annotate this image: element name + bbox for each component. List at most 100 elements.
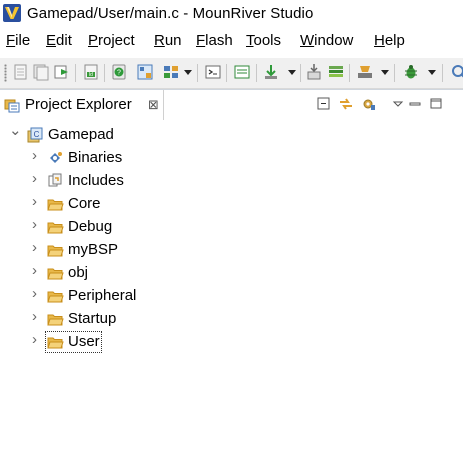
tree-item-binaries[interactable]: › Binaries	[0, 147, 463, 170]
menu-run-mnemonic: R	[154, 32, 165, 49]
collapse-all-icon[interactable]	[316, 96, 332, 112]
menu-help-mnemonic: H	[374, 32, 385, 49]
target-icon[interactable]	[204, 63, 222, 81]
tab-project-explorer[interactable]: Project Explorer ⊠	[0, 90, 164, 120]
chevron-right-icon[interactable]: ›	[32, 262, 37, 279]
toolbar-separator	[442, 64, 443, 82]
chevron-right-icon[interactable]: ›	[32, 239, 37, 256]
erase-icon[interactable]	[327, 63, 345, 81]
toolbar-separator	[75, 64, 76, 82]
toolbar-separator	[197, 64, 198, 82]
menu-file-mnemonic: F	[6, 32, 16, 49]
folder-icon	[47, 337, 64, 349]
menu-flash-mnemonic: F	[196, 32, 206, 49]
tree-item-label: Includes	[68, 172, 124, 189]
chevron-down-icon[interactable]: ⌄	[9, 121, 22, 139]
tree-item-label: User	[68, 333, 100, 350]
download-icon[interactable]	[162, 63, 180, 81]
tree-item-label: Peripheral	[68, 287, 137, 304]
build-all-icon[interactable]: ?	[110, 63, 128, 81]
tree-item-label: Binaries	[68, 149, 123, 166]
folder-icon	[47, 268, 64, 280]
mounriver-logo-icon	[3, 4, 21, 22]
toolbar-grip[interactable]	[4, 64, 7, 82]
project-explorer-icon	[4, 99, 20, 113]
chevron-right-icon[interactable]: ›	[32, 285, 37, 302]
console-icon[interactable]	[233, 63, 251, 81]
toolbar-separator	[349, 64, 350, 82]
project-icon: C	[27, 127, 43, 143]
menu-project[interactable]: Project	[88, 32, 135, 49]
chevron-right-icon[interactable]: ›	[32, 193, 37, 210]
tree-item-label: myBSP	[68, 241, 119, 258]
chevron-right-icon[interactable]: ›	[32, 308, 37, 325]
chevron-down-icon[interactable]	[381, 70, 389, 75]
export-icon[interactable]: ld	[82, 63, 100, 81]
flash-icon[interactable]	[305, 63, 323, 81]
maximize-icon[interactable]	[428, 96, 444, 112]
menu-edit-rest: dit	[56, 32, 72, 49]
tree-item-obj[interactable]: › obj	[0, 262, 463, 285]
binaries-icon	[50, 152, 62, 163]
menu-run[interactable]: Run	[154, 32, 182, 49]
chevron-down-icon[interactable]	[288, 70, 296, 75]
menu-project-mnemonic: P	[88, 32, 99, 49]
stack-icon[interactable]	[356, 63, 374, 81]
folder-icon	[47, 245, 64, 257]
tab-label: Project Explorer	[25, 96, 132, 113]
tree-item-label: Gamepad	[48, 126, 114, 143]
tree-item-peripheral[interactable]: › Peripheral	[0, 285, 463, 308]
project-explorer-panel: Project Explorer ⊠ ⌄ C Gamepad › Binarie…	[0, 89, 463, 468]
title-bar: Gamepad/User/main.c - MounRiver Studio	[0, 0, 463, 30]
help-icon[interactable]	[136, 63, 154, 81]
menu-flash-rest: lash	[205, 32, 233, 49]
debug-icon[interactable]	[402, 63, 420, 81]
chevron-down-icon[interactable]	[428, 70, 436, 75]
menu-window-mnemonic: W	[300, 32, 315, 49]
chevron-right-icon[interactable]: ›	[32, 331, 37, 348]
gear-icon[interactable]	[360, 96, 376, 112]
menu-tools[interactable]: Tools	[246, 32, 281, 49]
toolbar-separator	[394, 64, 395, 82]
svg-text:ld: ld	[89, 72, 93, 78]
menu-window[interactable]: Window	[300, 32, 353, 49]
chevron-right-icon[interactable]: ›	[32, 216, 37, 233]
tree-item-user[interactable]: › User	[0, 331, 463, 354]
chevron-right-icon[interactable]: ›	[32, 147, 37, 164]
window-title: Gamepad/User/main.c - MounRiver Studio	[27, 5, 314, 22]
menu-edit[interactable]: Edit	[46, 32, 72, 49]
chevron-down-icon[interactable]	[184, 70, 192, 75]
menu-tools-mnemonic: T	[246, 32, 254, 49]
menu-flash[interactable]: Flash	[196, 32, 233, 49]
search-icon[interactable]	[450, 63, 463, 81]
tree-item-label: Debug	[68, 218, 113, 235]
view-menu-icon[interactable]	[390, 96, 406, 112]
close-icon[interactable]: ⊠	[148, 97, 159, 113]
chevron-right-icon[interactable]: ›	[32, 170, 37, 187]
new-icon[interactable]	[12, 63, 30, 81]
menu-help[interactable]: Help	[374, 32, 405, 49]
tree-item-startup[interactable]: › Startup	[0, 308, 463, 331]
save-all-icon[interactable]	[53, 63, 71, 81]
save-icon[interactable]	[32, 63, 50, 81]
view-tab-bar: Project Explorer ⊠	[0, 90, 463, 120]
tree-item-debug[interactable]: › Debug	[0, 216, 463, 239]
tree-item-mybsp[interactable]: › myBSP	[0, 239, 463, 262]
menu-file[interactable]: File	[6, 32, 30, 49]
menu-window-rest: indow	[314, 32, 354, 49]
tree-item-label: Core	[68, 195, 101, 212]
includes-icon	[48, 173, 62, 187]
toolbar-separator	[256, 64, 257, 82]
tree-item-includes[interactable]: › Includes	[0, 170, 463, 193]
minimize-icon[interactable]	[407, 96, 423, 112]
tree-item-gamepad[interactable]: ⌄ C Gamepad	[0, 121, 463, 147]
link-with-editor-icon[interactable]	[338, 96, 354, 112]
menu-tools-rest: ools	[253, 32, 282, 49]
menu-help-rest: elp	[384, 32, 405, 49]
folder-icon	[47, 222, 64, 234]
toolbar-separator	[226, 64, 227, 82]
monitor-icon[interactable]	[262, 63, 280, 81]
svg-text:C: C	[34, 130, 40, 139]
tree-item-core[interactable]: › Core	[0, 193, 463, 216]
toolbar-separator	[104, 64, 105, 82]
